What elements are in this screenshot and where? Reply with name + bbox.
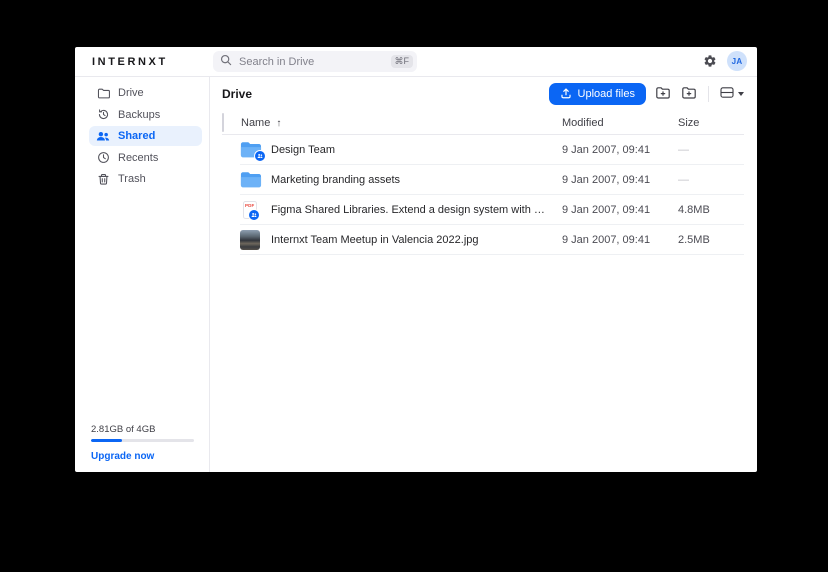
- upload-folder-button[interactable]: [680, 85, 698, 103]
- file-type-icon: [240, 141, 271, 159]
- file-size: 4.8MB: [678, 204, 744, 216]
- sidebar-item-drive[interactable]: Drive: [89, 83, 202, 103]
- breadcrumb[interactable]: Drive: [222, 87, 252, 101]
- list-view-icon: [719, 85, 735, 103]
- file-name: Marketing branding assets: [271, 174, 562, 186]
- column-header-size[interactable]: Size: [678, 117, 744, 129]
- column-header-name[interactable]: Name↑: [241, 117, 562, 129]
- view-mode-selector[interactable]: [719, 85, 744, 103]
- upload-icon: [560, 87, 572, 102]
- sidebar-item-label: Backups: [118, 109, 160, 121]
- table-header: Name↑ Modified Size: [222, 111, 744, 135]
- storage-progress-bar: [91, 439, 194, 442]
- shared-people-icon: [96, 129, 110, 143]
- top-bar: INTERNXT ⌘F JA: [75, 47, 757, 77]
- recents-clock-icon: [96, 151, 110, 165]
- search-input[interactable]: [237, 55, 391, 69]
- user-avatar[interactable]: JA: [727, 51, 747, 71]
- page-bar: Drive Upload files: [210, 77, 757, 111]
- column-header-modified[interactable]: Modified: [562, 117, 678, 129]
- file-table: Name↑ Modified Size Design Team 9 Jan 20…: [210, 111, 757, 472]
- sidebar-item-recents[interactable]: Recents: [89, 148, 202, 168]
- trash-icon: [96, 172, 110, 186]
- file-modified-date: 9 Jan 2007, 09:41: [562, 174, 678, 186]
- file-name: Design Team: [271, 144, 562, 156]
- main-content: Drive Upload files: [210, 77, 757, 472]
- pdf-label: PDF: [245, 204, 254, 209]
- search-bar[interactable]: ⌘F: [213, 51, 417, 72]
- sidebar-item-shared[interactable]: Shared: [89, 126, 202, 146]
- internxt-logo: INTERNXT: [92, 56, 168, 68]
- select-all-checkbox[interactable]: [222, 113, 224, 132]
- table-body: Design Team 9 Jan 2007, 09:41 — Marketin…: [240, 135, 744, 255]
- file-name: Internxt Team Meetup in Valencia 2022.jp…: [271, 234, 562, 246]
- table-row[interactable]: Internxt Team Meetup in Valencia 2022.jp…: [240, 225, 744, 255]
- file-modified-date: 9 Jan 2007, 09:41: [562, 144, 678, 156]
- image-thumbnail: [240, 230, 260, 250]
- chevron-down-icon: [738, 92, 744, 96]
- create-folder-button[interactable]: [654, 85, 672, 103]
- app-window: INTERNXT ⌘F JA: [75, 47, 757, 472]
- toolbar: Upload files: [549, 83, 744, 105]
- sidebar-item-label: Recents: [118, 152, 158, 164]
- shared-badge-icon: [254, 150, 266, 162]
- sidebar: Drive Backups: [75, 77, 210, 472]
- pdf-file-icon: PDF: [243, 201, 257, 219]
- file-size: —: [678, 144, 744, 156]
- sidebar-item-trash[interactable]: Trash: [89, 169, 202, 189]
- sidebar-item-backups[interactable]: Backups: [89, 105, 202, 125]
- search-shortcut-badge: ⌘F: [391, 55, 414, 68]
- storage-progress-fill: [91, 439, 122, 442]
- storage-usage-label: 2.81GB of 4GB: [91, 424, 194, 435]
- table-row[interactable]: PDF Figma Shared Libraries. Extend a des…: [240, 195, 744, 225]
- folder-icon: [240, 171, 262, 189]
- upload-files-button[interactable]: Upload files: [549, 83, 646, 105]
- table-row[interactable]: Marketing branding assets 9 Jan 2007, 09…: [240, 165, 744, 195]
- upload-files-label: Upload files: [578, 88, 635, 100]
- file-size: —: [678, 174, 744, 186]
- table-row[interactable]: Design Team 9 Jan 2007, 09:41 —: [240, 135, 744, 165]
- search-icon: [220, 53, 232, 71]
- file-modified-date: 9 Jan 2007, 09:41: [562, 234, 678, 246]
- shared-badge-icon: [248, 209, 260, 221]
- file-size: 2.5MB: [678, 234, 744, 246]
- sidebar-item-label: Drive: [118, 87, 144, 99]
- file-type-icon: [240, 230, 271, 250]
- file-type-icon: PDF: [240, 201, 271, 219]
- storage-widget: 2.81GB of 4GB Upgrade now: [91, 424, 194, 462]
- settings-gear-icon[interactable]: [703, 54, 717, 68]
- file-name: Figma Shared Libraries. Extend a design …: [271, 204, 562, 216]
- file-modified-date: 9 Jan 2007, 09:41: [562, 204, 678, 216]
- folder-icon: [96, 86, 110, 100]
- folder-plus-icon: [655, 85, 671, 104]
- sidebar-item-label: Trash: [118, 173, 146, 185]
- sidebar-item-label: Shared: [118, 130, 155, 142]
- folder-icon: [240, 141, 262, 159]
- toolbar-divider: [708, 86, 709, 102]
- sort-ascending-icon: ↑: [276, 118, 281, 129]
- backups-icon: [96, 108, 110, 122]
- folder-plus-icon: [681, 85, 697, 104]
- file-type-icon: [240, 171, 271, 189]
- upgrade-now-link[interactable]: Upgrade now: [91, 451, 194, 462]
